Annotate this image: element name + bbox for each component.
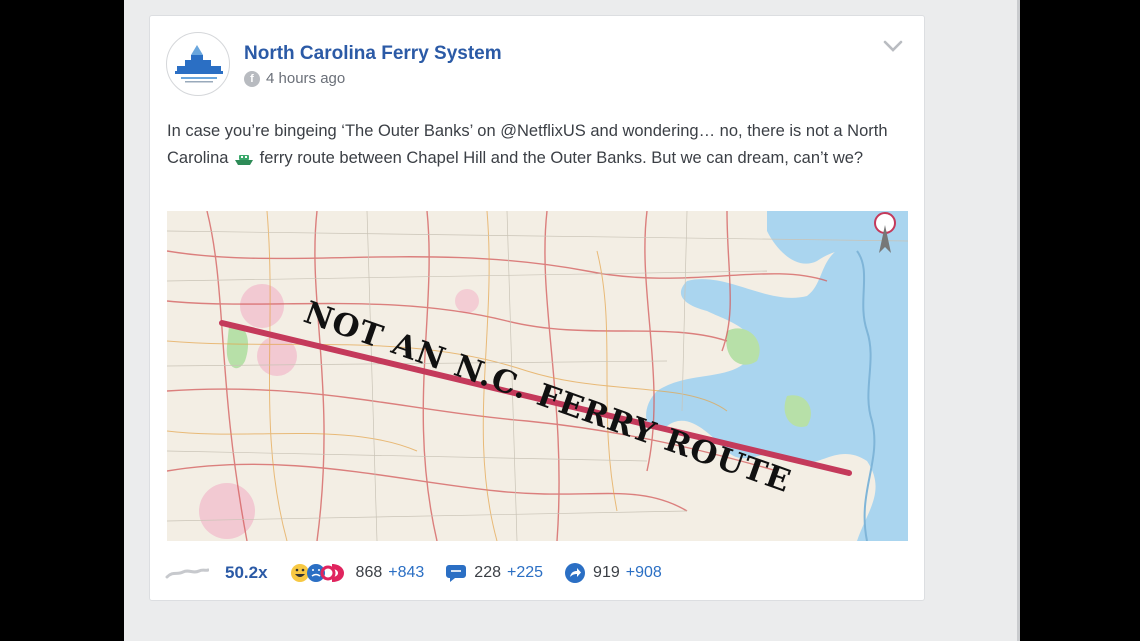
scrollbar-track[interactable] — [1017, 0, 1020, 641]
nc-map-graphic: NOT AN N.C. FERRY ROUTE — [167, 211, 908, 541]
comments-count: 228 — [474, 564, 501, 581]
comment-icon — [446, 565, 467, 582]
post-timestamp[interactable]: 4 hours ago — [266, 70, 345, 87]
post-stats-bar: 50.2x 868 +843 228 +225 919 +908 — [165, 562, 684, 584]
page-avatar[interactable] — [166, 32, 230, 96]
shares-stat[interactable]: 919 +908 — [565, 563, 662, 583]
overperform-ratio: 50.2x — [225, 563, 268, 582]
ferry-logo-icon — [175, 45, 223, 83]
post-image-map[interactable]: NOT AN N.C. FERRY ROUTE — [167, 211, 908, 541]
share-icon — [565, 563, 586, 583]
post-card: North Carolina Ferry System f 4 hours ag… — [149, 15, 925, 601]
shares-delta: +908 — [625, 564, 662, 581]
reactions-delta: +843 — [388, 564, 425, 581]
comments-delta: +225 — [507, 564, 544, 581]
post-text-part2: ferry route between Chapel Hill and the … — [255, 149, 864, 167]
trend-line-icon — [165, 568, 209, 579]
ferry-emoji-icon — [235, 154, 254, 165]
reactions-count: 868 — [355, 564, 383, 581]
overperform-score[interactable]: 50.2x — [165, 563, 268, 583]
facebook-icon: f — [244, 70, 260, 87]
shares-count: 919 — [593, 564, 620, 581]
chevron-down-icon[interactable] — [882, 38, 904, 54]
page-name-link[interactable]: North Carolina Ferry System — [244, 43, 502, 65]
reactions-stat[interactable]: 868 +843 — [290, 562, 425, 584]
reaction-faces-icon — [290, 564, 344, 582]
post-meta: f 4 hours ago — [244, 70, 345, 87]
comments-stat[interactable]: 228 +225 — [446, 563, 543, 583]
post-text: In case you’re bingeing ‘The Outer Banks… — [167, 118, 912, 172]
